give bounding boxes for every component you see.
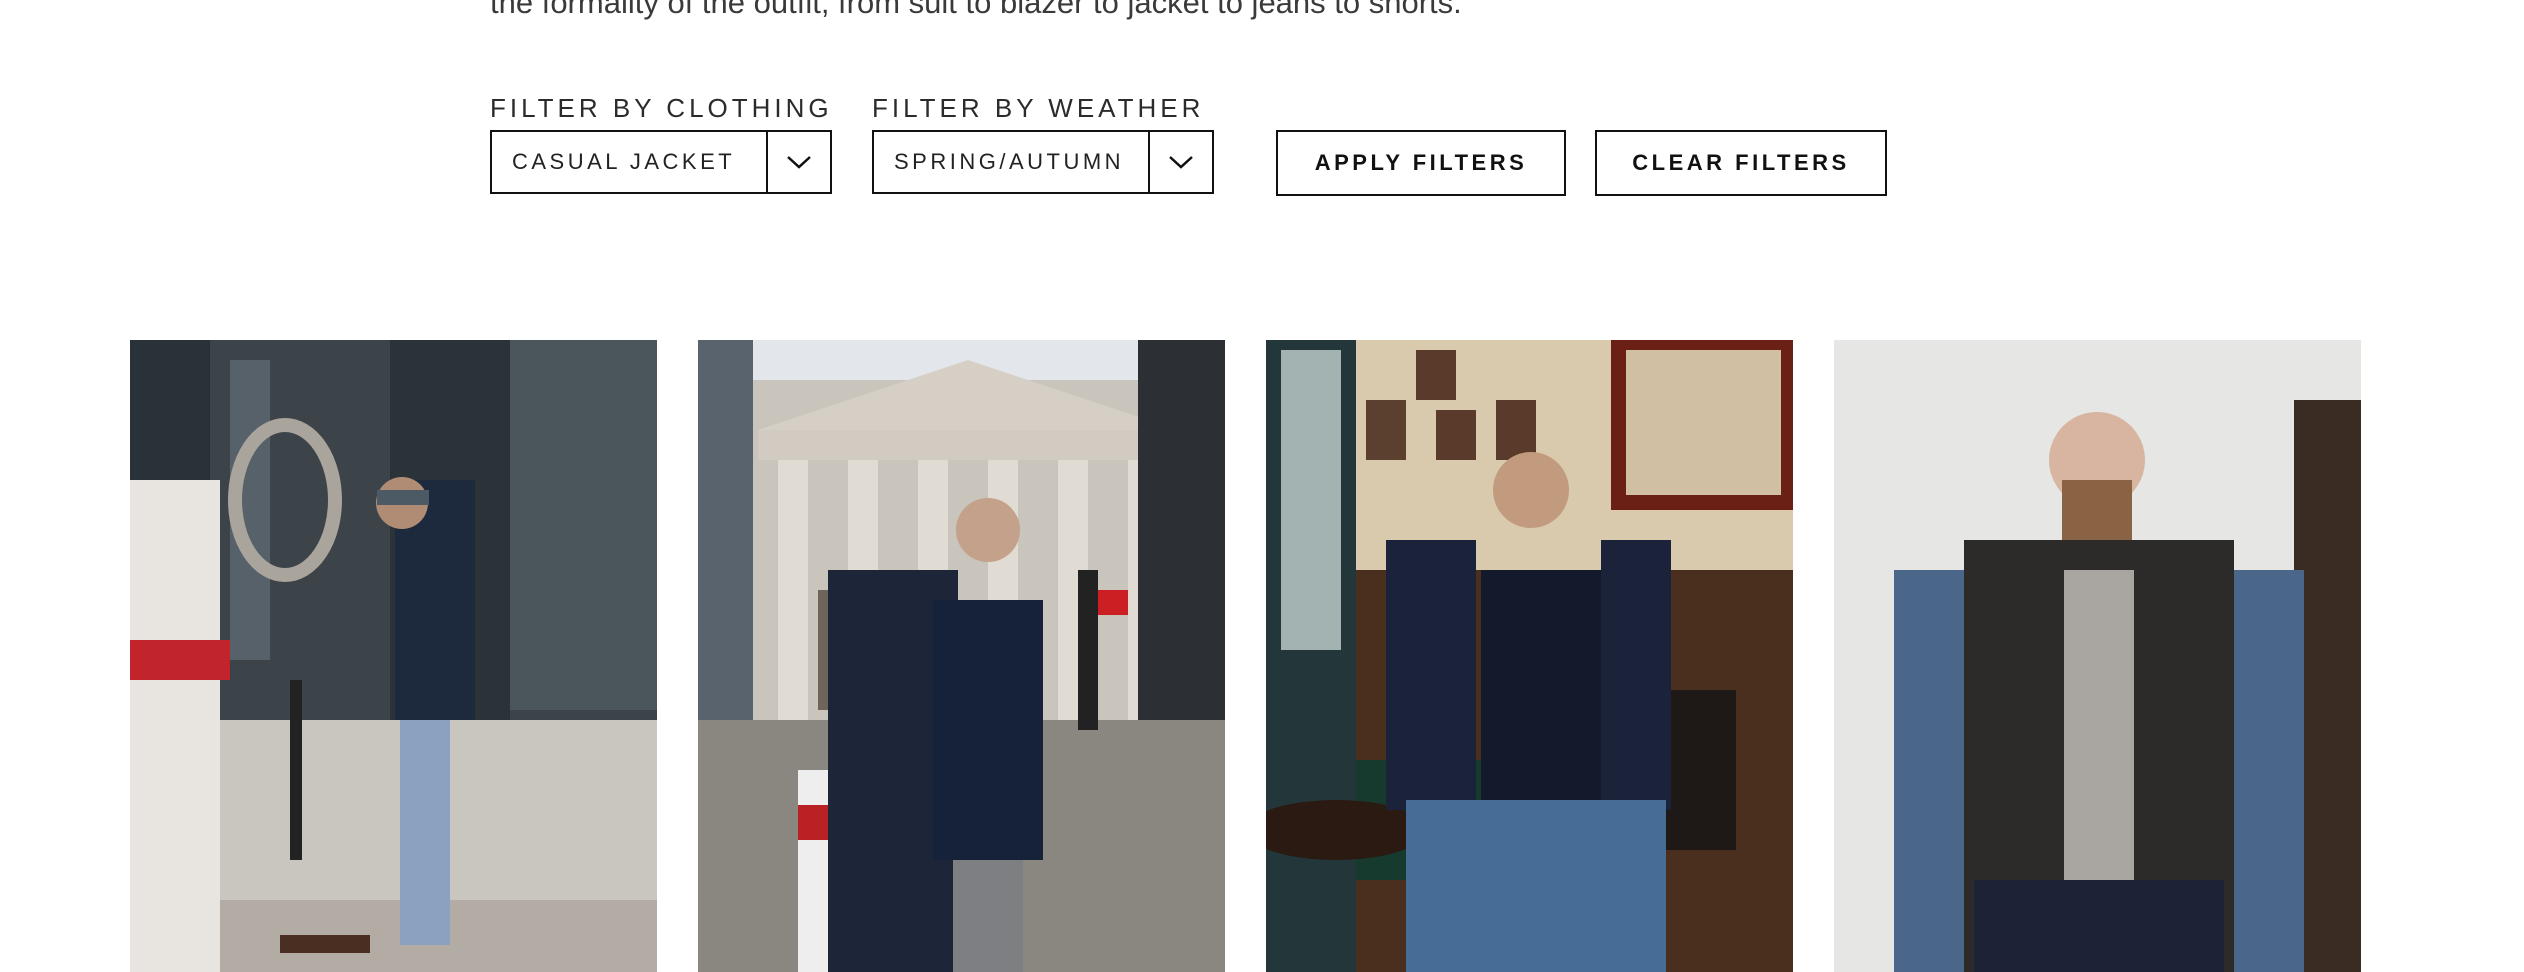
outfit-photo-pub-suede-jacket[interactable] [1266, 340, 1793, 972]
outfit-photo-image [698, 340, 1225, 972]
chevron-down-icon[interactable] [766, 132, 830, 192]
outfit-photo-denim-gilet[interactable] [1834, 340, 2361, 972]
apply-filters-button[interactable]: APPLY FILTERS [1276, 130, 1566, 196]
outfit-photo-image [1266, 340, 1793, 972]
outfit-photo-image [130, 340, 657, 972]
weather-select[interactable]: SPRING/AUTUMN [872, 130, 1214, 194]
weather-filter-label: FILTER BY WEATHER [872, 93, 1205, 123]
clothing-filter-label: FILTER BY CLOTHING [490, 93, 833, 123]
outfit-photo-image [1834, 340, 2361, 972]
outfit-photo-street-navy-jacket[interactable] [130, 340, 657, 972]
clear-filters-button[interactable]: CLEAR FILTERS [1595, 130, 1887, 196]
clothing-select-value: CASUAL JACKET [512, 149, 736, 174]
chevron-down-icon[interactable] [1148, 132, 1212, 192]
clothing-select[interactable]: CASUAL JACKET [490, 130, 832, 194]
weather-select-value: SPRING/AUTUMN [894, 149, 1125, 174]
outfit-photo-royal-exchange-coat[interactable] [698, 340, 1225, 972]
intro-text: the formality of the outfit, from suit t… [490, 0, 1462, 20]
clothing-filter: FILTER BY CLOTHING CASUAL JACKET [490, 93, 833, 194]
weather-filter: FILTER BY WEATHER SPRING/AUTUMN [872, 93, 1214, 194]
